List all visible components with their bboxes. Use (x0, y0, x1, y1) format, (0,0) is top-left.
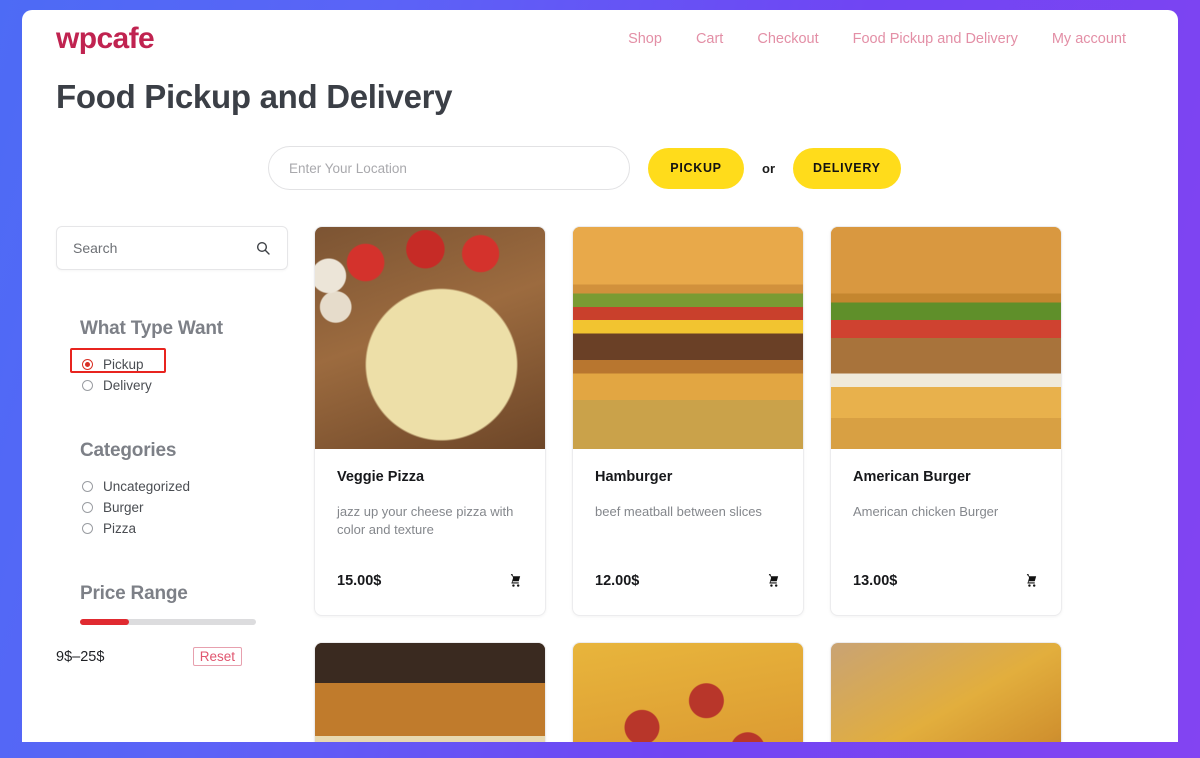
reset-button[interactable]: Reset (192, 647, 242, 666)
product-image[interactable] (573, 227, 803, 449)
pepperoni-pizza-photo (573, 643, 803, 742)
pickup-button[interactable]: PICKUP (648, 147, 744, 189)
radio-label-burger: Burger (103, 500, 144, 515)
product-description: American chicken Burger (853, 504, 999, 519)
product-card[interactable]: Hamburger beef meatball between slices 1… (572, 226, 804, 616)
delivery-button[interactable]: DELIVERY (793, 147, 901, 189)
radio-mark-pickup[interactable] (82, 359, 93, 370)
radio-option-pizza[interactable]: Pizza (82, 518, 288, 539)
search-icon[interactable] (255, 240, 271, 256)
radio-option-uncategorized[interactable]: Uncategorized (82, 476, 288, 497)
nav-item-checkout[interactable]: Checkout (757, 31, 818, 47)
site-header: wpcafe Shop Cart Checkout Food Pickup an… (22, 10, 1178, 64)
product-card[interactable] (830, 642, 1062, 742)
product-grid: Veggie Pizza jazz up your cheese pizza w… (314, 226, 1062, 742)
product-image[interactable] (573, 643, 803, 742)
product-card[interactable]: American Burger American chicken Burger … (830, 226, 1062, 616)
radio-option-delivery[interactable]: Delivery (82, 375, 288, 396)
page-container: wpcafe Shop Cart Checkout Food Pickup an… (22, 10, 1178, 742)
product-card[interactable]: Veggie Pizza jazz up your cheese pizza w… (314, 226, 546, 616)
categories-filter-options: Uncategorized Burger Pizza (82, 476, 288, 539)
price-range-row: 9$–25$ Reset (56, 647, 242, 666)
nav-item-cart[interactable]: Cart (696, 31, 723, 47)
product-card[interactable] (572, 642, 804, 742)
search-input[interactable] (57, 227, 287, 269)
hamburger-photo (573, 227, 803, 449)
chicken-burger-photo (315, 643, 545, 742)
add-to-cart-icon[interactable] (764, 572, 781, 589)
radio-label-uncategorized: Uncategorized (103, 479, 191, 494)
nav-item-shop[interactable]: Shop (628, 31, 662, 47)
veggie-pizza-photo (315, 227, 545, 449)
product-footer: 15.00$ (337, 572, 523, 615)
product-description: jazz up your cheese pizza with color and… (337, 504, 514, 537)
product-footer: 12.00$ (595, 572, 781, 615)
add-to-cart-icon[interactable] (506, 572, 523, 589)
radio-label-pizza: Pizza (103, 521, 137, 536)
content-area: What Type Want Pickup Delivery Categorie… (22, 190, 1178, 742)
price-range-value: 9$–25$ (56, 648, 105, 665)
categories-filter-heading: Categories (80, 440, 177, 461)
radio-label-pickup: Pickup (103, 357, 144, 372)
radio-mark-burger[interactable] (82, 502, 93, 513)
filter-sidebar: What Type Want Pickup Delivery Categorie… (56, 226, 288, 742)
price-filter-heading: Price Range (80, 583, 188, 604)
product-body: American Burger American chicken Burger … (831, 449, 1061, 615)
add-to-cart-icon[interactable] (1022, 572, 1039, 589)
or-label: or (762, 160, 775, 176)
product-image[interactable] (831, 643, 1061, 742)
main-navigation: Shop Cart Checkout Food Pickup and Deliv… (628, 31, 1148, 47)
pizza-slice-photo (831, 643, 1061, 742)
page-title: Food Pickup and Delivery (56, 78, 453, 115)
radio-option-burger[interactable]: Burger (82, 497, 288, 518)
radio-option-pickup[interactable]: Pickup (70, 348, 288, 375)
product-footer: 13.00$ (853, 572, 1039, 615)
product-price: 12.00$ (595, 572, 640, 589)
brand-logo[interactable]: wpcafe (56, 24, 155, 54)
product-image[interactable] (315, 227, 545, 449)
price-slider[interactable] (80, 619, 256, 625)
location-input[interactable] (268, 146, 630, 190)
product-price: 13.00$ (853, 572, 898, 589)
product-body: Veggie Pizza jazz up your cheese pizza w… (315, 449, 545, 615)
location-bar: PICKUP or DELIVERY (22, 116, 1178, 190)
price-slider-fill (80, 619, 130, 625)
type-filter-heading: What Type Want (80, 318, 223, 339)
product-name: Hamburger (595, 469, 673, 485)
sidebar-search-box[interactable] (56, 226, 288, 270)
american-burger-photo (831, 227, 1061, 449)
product-image[interactable] (315, 643, 545, 742)
radio-mark-pizza[interactable] (82, 523, 93, 534)
nav-item-my-account[interactable]: My account (1052, 31, 1126, 47)
price-slider-track[interactable] (80, 619, 256, 625)
product-description: beef meatball between slices (595, 504, 762, 519)
product-body: Hamburger beef meatball between slices 1… (573, 449, 803, 615)
radio-label-delivery: Delivery (103, 378, 152, 393)
product-image[interactable] (831, 227, 1061, 449)
product-name: Veggie Pizza (337, 469, 425, 485)
nav-item-food-pickup-and-delivery[interactable]: Food Pickup and Delivery (853, 31, 1018, 47)
product-name: American Burger (853, 469, 971, 485)
radio-mark-delivery[interactable] (82, 380, 93, 391)
radio-mark-uncategorized[interactable] (82, 481, 93, 492)
product-price: 15.00$ (337, 572, 382, 589)
product-card[interactable] (314, 642, 546, 742)
type-filter-options: Pickup Delivery (70, 348, 288, 396)
